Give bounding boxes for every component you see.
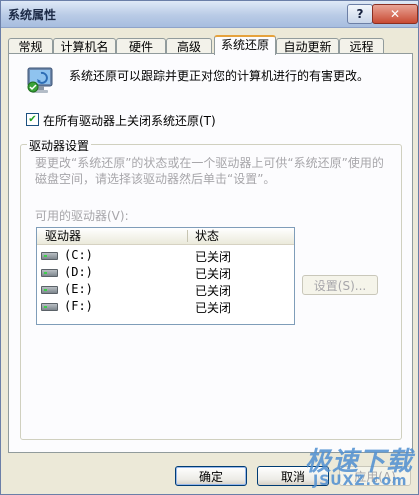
system-restore-monitor-icon bbox=[27, 67, 53, 93]
group-description: 要更改“系统还原”的状态或在一个驱动器上可供“系统还原”使用的磁盘空间，请选择该… bbox=[35, 156, 384, 186]
system-properties-dialog: 系统属性 ? ✕ 常规 计算机名 硬件 高级 系统还原 自动更新 远程 系统还原… bbox=[0, 0, 419, 495]
tab-remote[interactable]: 远程 bbox=[339, 38, 384, 54]
tab-hardware[interactable]: 硬件 bbox=[116, 38, 166, 54]
tab-strip: 常规 计算机名 硬件 高级 系统还原 自动更新 远程 bbox=[8, 35, 413, 55]
hard-drive-icon bbox=[41, 286, 58, 294]
list-item[interactable]: (E:) 已关闭 bbox=[37, 281, 294, 298]
list-item[interactable]: (D:) 已关闭 bbox=[37, 264, 294, 281]
tab-advanced[interactable]: 高级 bbox=[166, 38, 212, 54]
hard-drive-icon bbox=[41, 252, 58, 260]
system-restore-panel: 系统还原可以跟踪并更正对您的计算机进行的有害更改。 ✔ 在所有驱动器上关闭系统还… bbox=[8, 53, 413, 453]
drive-status: 已关闭 bbox=[195, 301, 232, 315]
help-button[interactable]: ? bbox=[347, 4, 373, 24]
hard-drive-icon bbox=[41, 269, 58, 277]
tab-system-restore[interactable]: 系统还原 bbox=[214, 35, 276, 55]
drive-status: 已关闭 bbox=[195, 250, 232, 264]
drive-name: (D:) bbox=[64, 265, 93, 279]
ok-button[interactable]: 确定 bbox=[175, 466, 247, 486]
settings-button[interactable]: 设置(S)... bbox=[302, 275, 378, 295]
column-separator[interactable] bbox=[187, 230, 188, 242]
hard-drive-icon bbox=[41, 303, 58, 311]
close-button[interactable]: ✕ bbox=[372, 4, 418, 24]
tab-computer-name[interactable]: 计算机名 bbox=[53, 38, 116, 54]
column-header-drive[interactable]: 驱动器 bbox=[45, 229, 81, 243]
available-drives-label: 可用的驱动器(V): bbox=[35, 209, 129, 223]
list-header: 驱动器 状态 bbox=[37, 228, 294, 245]
drive-status: 已关闭 bbox=[195, 267, 232, 281]
column-header-status[interactable]: 状态 bbox=[195, 229, 219, 243]
disable-restore-checkbox[interactable]: ✔ bbox=[26, 113, 39, 126]
window-title: 系统属性 bbox=[8, 8, 57, 22]
drive-status: 已关闭 bbox=[195, 284, 232, 298]
title-bar[interactable]: 系统属性 ? ✕ bbox=[1, 1, 418, 28]
disable-restore-label[interactable]: 在所有驱动器上关闭系统还原(T) bbox=[43, 112, 216, 129]
drive-settings-group: 驱动器设置 要更改“系统还原”的状态或在一个驱动器上可供“系统还原”使用的磁盘空… bbox=[20, 137, 402, 440]
apply-button[interactable]: 应用(A) bbox=[339, 466, 411, 486]
group-title: 驱动器设置 bbox=[27, 137, 92, 154]
drive-name: (C:) bbox=[64, 248, 93, 262]
list-item[interactable]: (C:) 已关闭 bbox=[37, 247, 294, 264]
drives-list[interactable]: 驱动器 状态 (C:) 已关闭 (D:) 已关闭 (E:) 已关闭 (F:) 已… bbox=[36, 227, 295, 325]
tab-automatic-updates[interactable]: 自动更新 bbox=[276, 38, 339, 54]
cancel-button[interactable]: 取消 bbox=[257, 466, 329, 486]
list-item[interactable]: (F:) 已关闭 bbox=[37, 298, 294, 315]
drive-name: (F:) bbox=[64, 299, 93, 313]
tab-general[interactable]: 常规 bbox=[8, 38, 53, 54]
drive-name: (E:) bbox=[64, 282, 93, 296]
intro-text: 系统还原可以跟踪并更正对您的计算机进行的有害更改。 bbox=[69, 69, 370, 83]
